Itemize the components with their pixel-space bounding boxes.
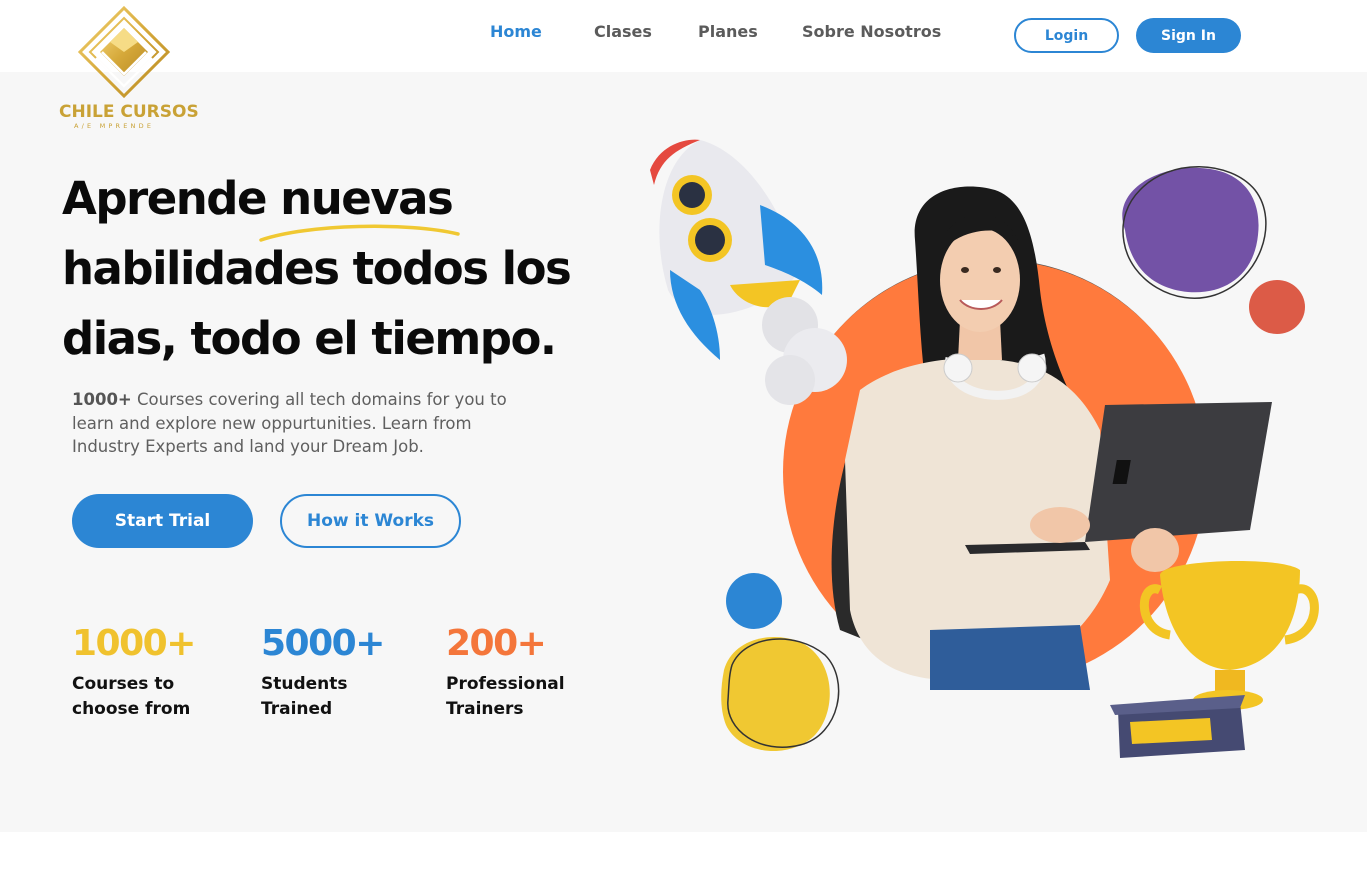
stat-courses: 1000+ Courses to choose from xyxy=(72,622,212,722)
stat-trainers-label-2: Trainers xyxy=(446,699,524,719)
nav-sobre-nosotros[interactable]: Sobre Nosotros xyxy=(802,22,941,41)
brand-logo[interactable]: CHILE CURSOS A/E MPRENDE xyxy=(56,6,199,130)
hero-headline: Aprende nuevas habilidades todos los dia… xyxy=(62,164,602,374)
stat-courses-label-1: Courses to xyxy=(72,674,175,694)
nav-clases[interactable]: Clases xyxy=(594,22,652,41)
red-dot xyxy=(1249,280,1305,334)
stat-students-label-1: Students xyxy=(261,674,348,694)
rocket-icon xyxy=(650,139,847,405)
stat-students-label: Students Trained xyxy=(261,672,401,722)
desc-text: Courses covering all tech domains for yo… xyxy=(72,390,507,456)
stat-trainers-label: Professional Trainers xyxy=(446,672,586,722)
stat-students: 5000+ Students Trained xyxy=(261,622,401,722)
stat-students-label-2: Trained xyxy=(261,699,333,719)
blue-dot xyxy=(726,573,782,629)
login-button[interactable]: Login xyxy=(1014,18,1119,53)
hero-illustration xyxy=(650,139,1319,758)
stat-trainers-label-1: Professional xyxy=(446,674,565,694)
yellow-blob xyxy=(721,637,840,752)
top-header: Home Clases Planes Sobre Nosotros Login … xyxy=(0,0,1367,72)
stat-courses-value: 1000+ xyxy=(72,623,196,664)
how-it-works-button[interactable]: How it Works xyxy=(280,494,461,548)
nav-planes[interactable]: Planes xyxy=(698,22,758,41)
desc-highlight: 1000+ xyxy=(72,390,132,409)
stat-courses-label-2: choose from xyxy=(72,699,191,719)
page: Home Clases Planes Sobre Nosotros Login … xyxy=(0,0,1367,888)
brand-tagline: A/E MPRENDE xyxy=(74,122,155,130)
brand-name: CHILE CURSOS xyxy=(59,102,199,122)
start-trial-button[interactable]: Start Trial xyxy=(72,494,253,548)
headline-underline-decoration xyxy=(259,224,460,242)
stat-courses-label: Courses to choose from xyxy=(72,672,212,722)
signin-button[interactable]: Sign In xyxy=(1136,18,1241,53)
stat-trainers: 200+ Professional Trainers xyxy=(446,622,586,722)
headline-line-3: dias, todo el tiempo. xyxy=(62,312,557,365)
stat-trainers-value: 200+ xyxy=(446,623,547,664)
hero-description: 1000+ Courses covering all tech domains … xyxy=(72,388,522,459)
nav-home[interactable]: Home xyxy=(490,22,542,41)
logo-diamond-icon xyxy=(78,6,170,98)
headline-line-2: habilidades todos los xyxy=(62,242,572,295)
purple-blob xyxy=(1122,166,1267,299)
stat-students-value: 5000+ xyxy=(261,623,385,664)
